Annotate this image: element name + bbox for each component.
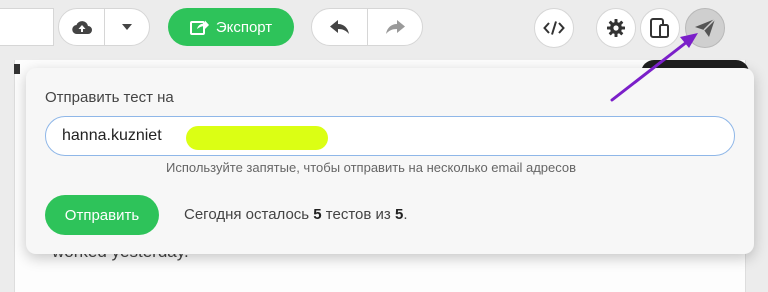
history-group <box>311 8 423 46</box>
quota-mid: тестов из <box>321 206 395 223</box>
toolbar: Экспорт <box>0 0 768 58</box>
canvas-marker <box>14 64 20 74</box>
send-test-button[interactable] <box>685 8 725 48</box>
quota-prefix: Сегодня осталось <box>184 206 314 223</box>
undo-button[interactable] <box>312 9 367 45</box>
quota-left: 5 <box>313 206 322 223</box>
cloud-upload-icon <box>71 21 92 35</box>
chevron-down-icon <box>122 24 132 30</box>
send-test-panel: Отправить тест на hanna.kuzniet Использу… <box>26 68 754 254</box>
cloud-upload-button[interactable] <box>59 9 104 45</box>
email-input-value: hanna.kuzniet <box>62 127 162 144</box>
export-label: Экспорт <box>215 18 273 36</box>
upload-dropdown-button[interactable] <box>104 9 149 45</box>
code-icon <box>543 21 565 35</box>
paper-plane-icon <box>695 18 716 37</box>
toolbar-name-field[interactable] <box>0 8 54 46</box>
redo-button[interactable] <box>367 9 422 45</box>
send-button[interactable]: Отправить <box>45 195 159 235</box>
gear-icon <box>607 19 625 37</box>
settings-button[interactable] <box>596 8 636 48</box>
mobile-preview-icon <box>650 18 669 38</box>
email-input[interactable]: hanna.kuzniet <box>45 116 735 156</box>
quota-text: Сегодня осталось 5 тестов из 5. <box>184 206 407 223</box>
upload-group <box>58 8 150 46</box>
undo-icon <box>329 20 349 34</box>
panel-label: Отправить тест на <box>45 89 174 106</box>
redo-icon <box>386 20 405 34</box>
export-button[interactable]: Экспорт <box>168 8 294 46</box>
quota-suffix: . <box>403 206 408 223</box>
code-view-button[interactable] <box>534 8 574 48</box>
redaction-highlight <box>186 126 328 150</box>
export-icon <box>189 20 209 35</box>
email-hint: Используйте запятые, чтобы отправить на … <box>166 160 577 175</box>
mobile-preview-button[interactable] <box>640 8 680 48</box>
